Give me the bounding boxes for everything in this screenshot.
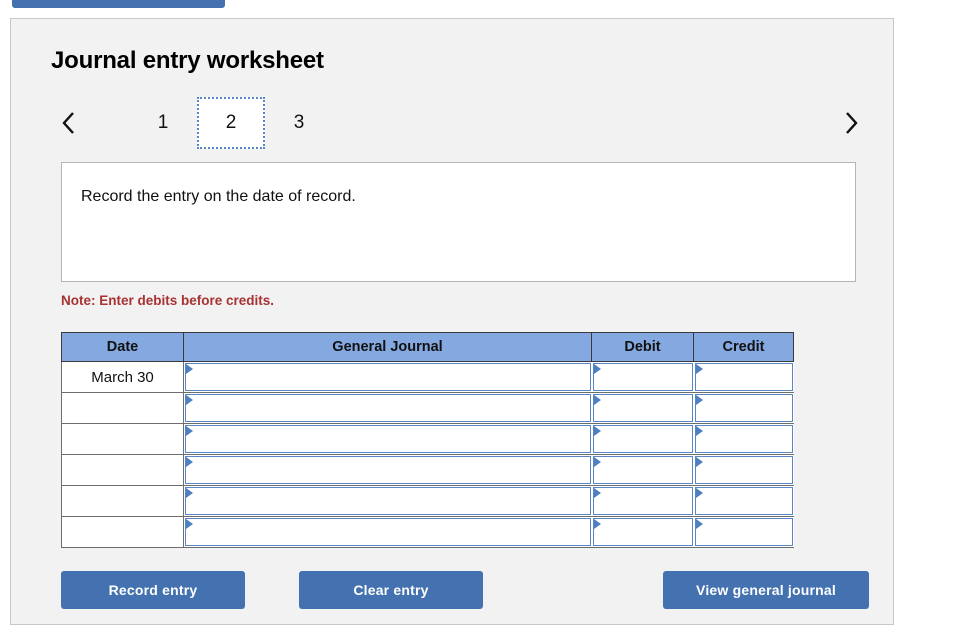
table-row: [61, 485, 794, 517]
table-header-row: Date General Journal Debit Credit: [61, 332, 794, 362]
worksheet-panel: Journal entry worksheet 1 2 3 Record the…: [10, 18, 894, 625]
credit-cell[interactable]: [693, 361, 794, 393]
table-row: March 30: [61, 361, 794, 393]
debit-input-5[interactable]: [592, 487, 693, 515]
general-journal-cell[interactable]: [183, 454, 592, 486]
debit-cell[interactable]: [591, 423, 694, 455]
credit-cell[interactable]: [693, 423, 794, 455]
date-cell: March 30: [61, 361, 184, 393]
date-cell: [61, 485, 184, 517]
credit-input-6[interactable]: [694, 518, 793, 546]
credit-cell[interactable]: [693, 392, 794, 424]
debit-cell[interactable]: [591, 516, 694, 548]
debit-input-3[interactable]: [592, 425, 693, 453]
general-journal-cell[interactable]: [183, 392, 592, 424]
chevron-right-icon: [842, 109, 860, 137]
table-row: [61, 516, 794, 548]
page-title: Journal entry worksheet: [51, 47, 324, 74]
date-cell: [61, 454, 184, 486]
table-row: [61, 423, 794, 455]
general-journal-input-6[interactable]: [185, 518, 591, 546]
general-journal-cell[interactable]: [183, 516, 592, 548]
view-general-journal-button[interactable]: View general journal: [663, 571, 869, 609]
debits-before-credits-note: Note: Enter debits before credits.: [61, 293, 275, 308]
tab-2-label: 2: [225, 112, 237, 133]
date-cell: [61, 392, 184, 424]
record-entry-button[interactable]: Record entry: [61, 571, 245, 609]
general-journal-input-1[interactable]: [185, 363, 591, 391]
general-journal-cell[interactable]: [183, 485, 592, 517]
table-row: [61, 392, 794, 424]
general-journal-input-5[interactable]: [185, 487, 591, 515]
date-cell: [61, 423, 184, 455]
tab-1-label: 1: [157, 112, 169, 133]
credit-input-4[interactable]: [694, 456, 793, 484]
column-header-date: Date: [61, 332, 184, 362]
prev-page-button[interactable]: [49, 97, 89, 149]
worksheet-tabstrip: 1 2 3: [41, 97, 871, 151]
tab-2[interactable]: 2: [197, 97, 265, 149]
credit-cell[interactable]: [693, 454, 794, 486]
date-cell: [61, 516, 184, 548]
clear-entry-button[interactable]: Clear entry: [299, 571, 483, 609]
debit-cell[interactable]: [591, 454, 694, 486]
general-journal-input-2[interactable]: [185, 394, 591, 422]
tab-1[interactable]: 1: [129, 97, 197, 149]
general-journal-input-3[interactable]: [185, 425, 591, 453]
column-header-credit: Credit: [693, 332, 794, 362]
credit-cell[interactable]: [693, 516, 794, 548]
debit-input-1[interactable]: [592, 363, 693, 391]
debit-input-6[interactable]: [592, 518, 693, 546]
tab-3-label: 3: [293, 112, 305, 133]
credit-input-3[interactable]: [694, 425, 793, 453]
entry-description-text: Record the entry on the date of record.: [81, 188, 356, 205]
entry-description-box: Record the entry on the date of record.: [61, 162, 856, 282]
credit-input-5[interactable]: [694, 487, 793, 515]
debit-input-2[interactable]: [592, 394, 693, 422]
screenshot-root: Journal entry worksheet 1 2 3 Record the…: [0, 0, 970, 642]
debit-cell[interactable]: [591, 485, 694, 517]
tab-3[interactable]: 3: [265, 97, 333, 149]
debit-input-4[interactable]: [592, 456, 693, 484]
chevron-left-icon: [60, 109, 78, 137]
credit-input-2[interactable]: [694, 394, 793, 422]
journal-entry-table: Date General Journal Debit Credit March …: [61, 332, 794, 548]
table-row: [61, 454, 794, 486]
tab-list: 1 2 3: [129, 97, 333, 149]
credit-input-1[interactable]: [694, 363, 793, 391]
general-journal-cell[interactable]: [183, 423, 592, 455]
credit-cell[interactable]: [693, 485, 794, 517]
general-journal-cell[interactable]: [183, 361, 592, 393]
next-page-button[interactable]: [831, 97, 871, 149]
column-header-debit: Debit: [591, 332, 694, 362]
debit-cell[interactable]: [591, 361, 694, 393]
column-header-general-journal: General Journal: [183, 332, 592, 362]
debit-cell[interactable]: [591, 392, 694, 424]
top-blue-bar[interactable]: [12, 0, 225, 8]
general-journal-input-4[interactable]: [185, 456, 591, 484]
